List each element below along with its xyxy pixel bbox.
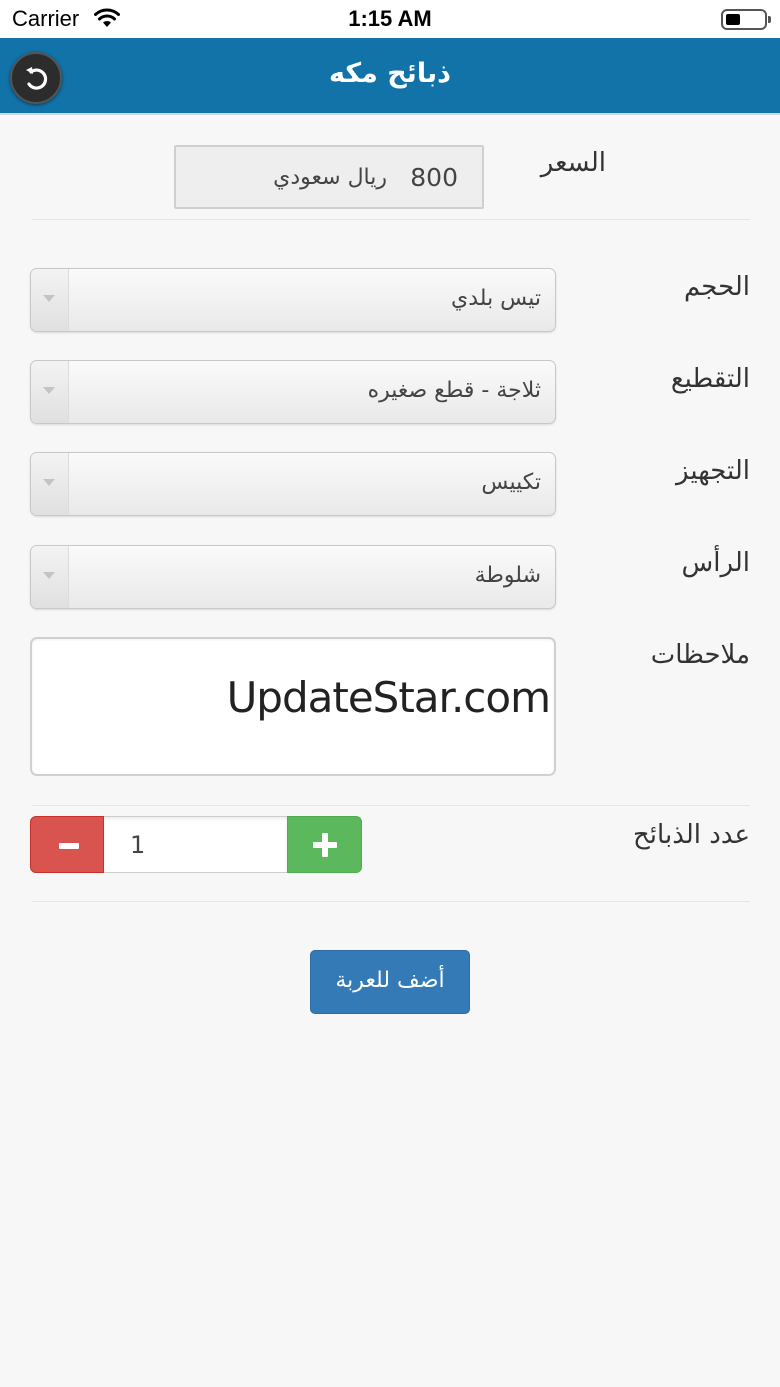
size-select[interactable]: تيس بلدي (30, 268, 556, 332)
select-arrow-area (31, 453, 69, 515)
notes-value: UpdateStar.com (226, 673, 551, 722)
divider (32, 901, 750, 902)
status-bar: Carrier 1:15 AM (0, 0, 780, 38)
divider (32, 219, 750, 220)
divider (32, 805, 750, 806)
packing-select[interactable]: تكييس (30, 452, 556, 516)
cutting-select[interactable]: ثلاجة - قطع صغيره (30, 360, 556, 424)
quantity-value: 1 (130, 831, 146, 859)
add-to-cart-button[interactable]: أضف للعربة (310, 950, 470, 1014)
battery-icon (721, 9, 771, 30)
quantity-label: عدد الذبائح (633, 820, 750, 850)
price-label: السعر (540, 148, 606, 178)
decrement-button[interactable] (30, 816, 104, 873)
app-header: ذبائح مكه (0, 38, 780, 115)
notes-label: ملاحظات (650, 640, 750, 670)
status-time: 1:15 AM (348, 6, 432, 31)
cutting-label: التقطيع (670, 364, 750, 394)
chevron-down-icon (43, 387, 55, 394)
head-selected-value: شلوطة (474, 563, 541, 588)
size-label: الحجم (683, 272, 750, 302)
notes-textarea[interactable]: UpdateStar.com (30, 637, 556, 776)
increment-button[interactable] (287, 816, 362, 873)
select-arrow-area (31, 361, 69, 423)
head-label: الرأس (681, 548, 750, 578)
head-select[interactable]: شلوطة (30, 545, 556, 609)
chevron-down-icon (43, 479, 55, 486)
select-arrow-area (31, 546, 69, 608)
cutting-selected-value: ثلاجة - قطع صغيره (367, 378, 541, 403)
page-title: ذبائح مكه (329, 58, 451, 89)
chevron-down-icon (43, 295, 55, 302)
quantity-stepper: 1 (30, 816, 362, 873)
minus-icon (59, 843, 79, 849)
quantity-input[interactable]: 1 (104, 816, 287, 873)
chevron-down-icon (43, 572, 55, 579)
select-arrow-area (31, 269, 69, 331)
price-value: 800 (410, 163, 458, 192)
price-field: 800 ريال سعودي (174, 145, 484, 209)
packing-label: التجهيز (676, 456, 750, 486)
size-selected-value: تيس بلدي (451, 286, 541, 311)
price-unit: ريال سعودي (273, 165, 387, 190)
packing-selected-value: تكييس (481, 470, 541, 495)
